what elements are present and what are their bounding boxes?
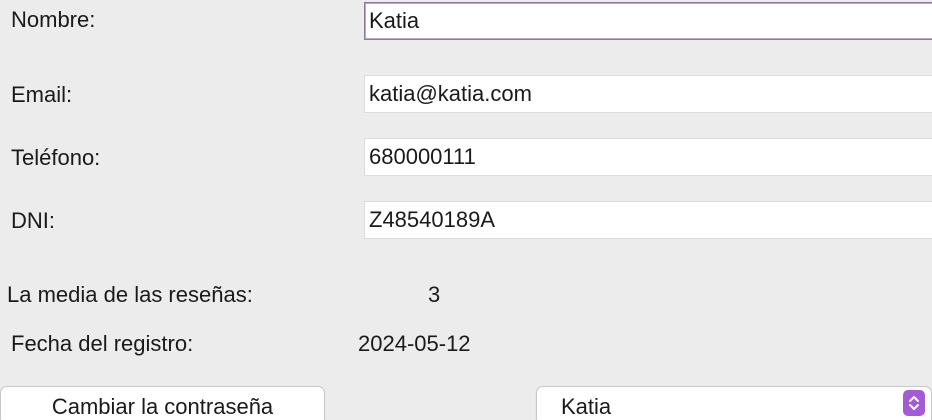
email-label: Email: (11, 82, 73, 107)
chevron-glyph (909, 396, 919, 410)
email-field[interactable] (364, 75, 932, 113)
name-field[interactable] (364, 2, 932, 40)
rating-label: La media de las reseñas: (7, 282, 253, 307)
change-password-button[interactable]: Cambiar la contraseña (0, 386, 325, 420)
up-down-chevron-icon[interactable] (903, 390, 925, 416)
phone-label: Teléfono: (11, 145, 101, 170)
user-select-value: Katia (561, 394, 612, 419)
registration-date-label: Fecha del registro: (11, 331, 194, 356)
phone-field[interactable] (364, 138, 932, 176)
dni-label: DNI: (11, 208, 55, 233)
registration-date-value: 2024-05-12 (358, 331, 471, 356)
name-label: Nombre: (11, 7, 96, 32)
rating-value: 3 (428, 282, 441, 307)
user-profile-panel: Nombre: Email: Teléfono: DNI: La media d… (0, 0, 932, 420)
user-select[interactable]: Katia (536, 386, 932, 420)
dni-field[interactable] (364, 201, 932, 239)
